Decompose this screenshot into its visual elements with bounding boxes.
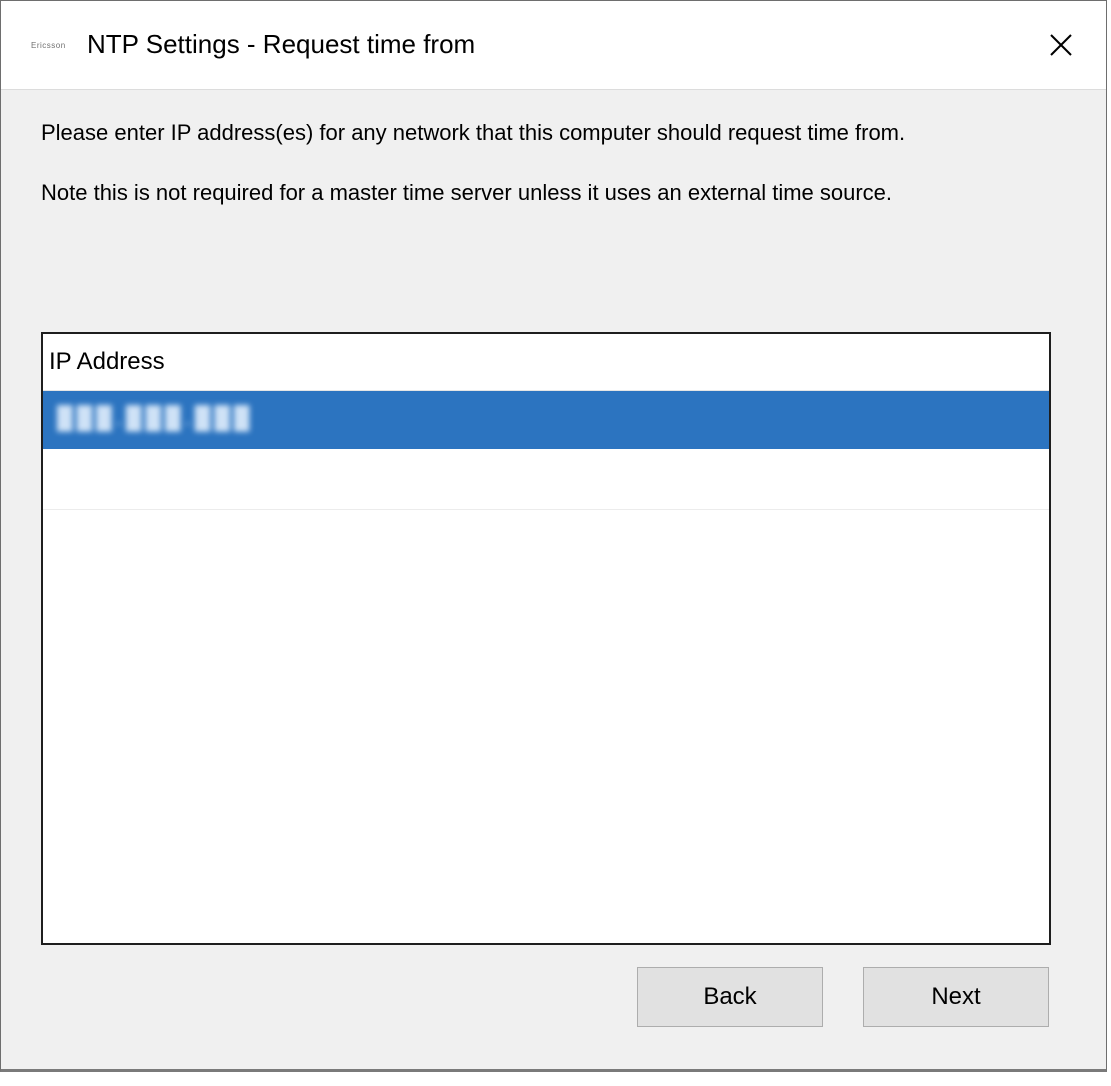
- list-row-selected[interactable]: ███.███.███: [43, 391, 1049, 449]
- ip-address-list[interactable]: IP Address ███.███.███: [41, 332, 1051, 945]
- close-icon: [1050, 34, 1072, 56]
- back-button[interactable]: Back: [637, 967, 823, 1027]
- list-row-empty[interactable]: [43, 449, 1049, 510]
- instruction-text-note: Note this is not required for a master t…: [41, 180, 893, 205]
- app-logo: Ericsson: [31, 41, 66, 50]
- ip-address-value: ███.███.███: [57, 405, 254, 430]
- dialog-window: Ericsson NTP Settings - Request time fro…: [0, 0, 1107, 1072]
- window-title: NTP Settings - Request time from: [87, 29, 476, 59]
- close-button[interactable]: [1016, 1, 1106, 89]
- column-header-label: IP Address: [49, 348, 165, 375]
- instructions: Please enter IP address(es) for any netw…: [41, 118, 1051, 238]
- next-button[interactable]: Next: [863, 967, 1049, 1027]
- column-header-ip-address[interactable]: IP Address: [43, 334, 1049, 391]
- title-bar[interactable]: Ericsson NTP Settings - Request time fro…: [1, 1, 1106, 90]
- instruction-text-request: Please enter IP address(es) for any netw…: [41, 120, 906, 145]
